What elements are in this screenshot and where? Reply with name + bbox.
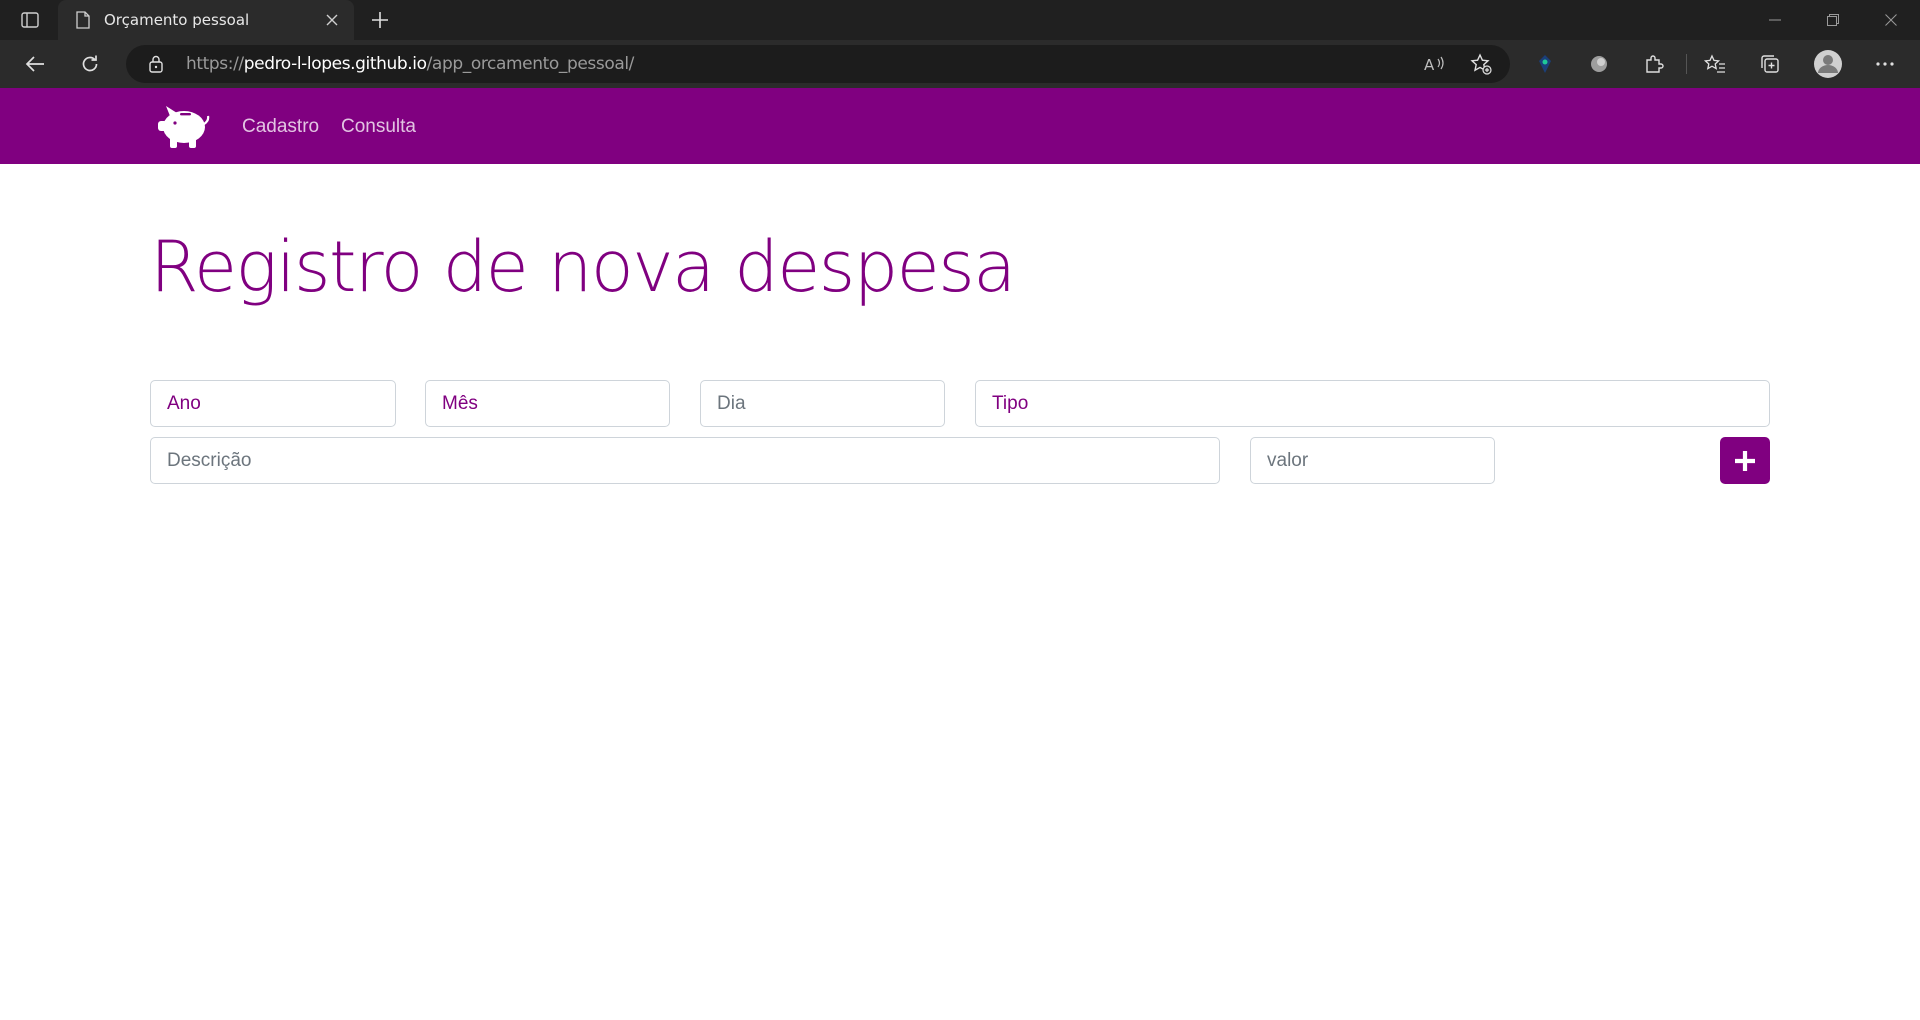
ano-select[interactable]: Ano — [150, 380, 396, 427]
back-arrow-icon[interactable] — [18, 48, 52, 80]
extension-icon[interactable] — [1528, 48, 1562, 80]
minimize-icon[interactable] — [1746, 0, 1804, 40]
address-bar[interactable]: https://pedro-l-lopes.github.io/app_orca… — [126, 45, 1510, 83]
browser-tab[interactable]: Orçamento pessoal — [58, 0, 354, 40]
browser-tab-bar: Orçamento pessoal — [0, 0, 1920, 40]
extension-icon[interactable] — [1582, 48, 1616, 80]
add-favorite-icon[interactable] — [1468, 52, 1494, 76]
extensions-puzzle-icon[interactable] — [1637, 48, 1671, 80]
lock-icon[interactable] — [146, 54, 166, 74]
valor-input[interactable]: valor — [1250, 437, 1495, 484]
browser-toolbar: https://pedro-l-lopes.github.io/app_orca… — [0, 40, 1920, 88]
svg-text:A: A — [1424, 56, 1435, 73]
nav-link-cadastro[interactable]: Cadastro — [242, 116, 319, 138]
close-window-icon[interactable] — [1862, 0, 1920, 40]
refresh-icon[interactable] — [73, 48, 107, 80]
restore-icon[interactable] — [1804, 0, 1862, 40]
mes-select[interactable]: Mês — [425, 380, 670, 427]
page-icon — [74, 11, 92, 29]
add-expense-button[interactable] — [1720, 437, 1770, 484]
descricao-input[interactable]: Descrição — [150, 437, 1220, 484]
ano-select-label: Ano — [167, 392, 201, 414]
window-controls — [1746, 0, 1920, 40]
url-text: https://pedro-l-lopes.github.io/app_orca… — [186, 54, 635, 74]
page-title: Registro de nova despesa — [150, 226, 1016, 308]
sidebar-toggle-icon[interactable] — [14, 8, 46, 32]
toolbar-divider — [1686, 54, 1687, 74]
dia-placeholder: Dia — [717, 392, 746, 414]
piggy-bank-icon[interactable] — [156, 102, 210, 150]
plus-icon — [1735, 450, 1755, 471]
read-aloud-icon[interactable]: A — [1422, 52, 1448, 76]
more-menu-icon[interactable] — [1868, 48, 1902, 80]
new-tab-button[interactable] — [366, 6, 394, 34]
tipo-select[interactable]: Tipo — [975, 380, 1770, 427]
collections-icon[interactable] — [1753, 48, 1787, 80]
descricao-placeholder: Descrição — [167, 449, 252, 471]
tipo-select-label: Tipo — [992, 392, 1029, 414]
favorites-icon[interactable] — [1698, 48, 1732, 80]
app-navbar: Cadastro Consulta — [0, 88, 1920, 164]
close-icon[interactable] — [322, 10, 342, 30]
valor-placeholder: valor — [1267, 449, 1309, 471]
mes-select-label: Mês — [442, 392, 478, 414]
tab-title: Orçamento pessoal — [104, 11, 250, 29]
nav-link-consulta[interactable]: Consulta — [341, 116, 416, 138]
dia-input[interactable]: Dia — [700, 380, 945, 427]
profile-avatar-icon[interactable] — [1811, 48, 1845, 80]
